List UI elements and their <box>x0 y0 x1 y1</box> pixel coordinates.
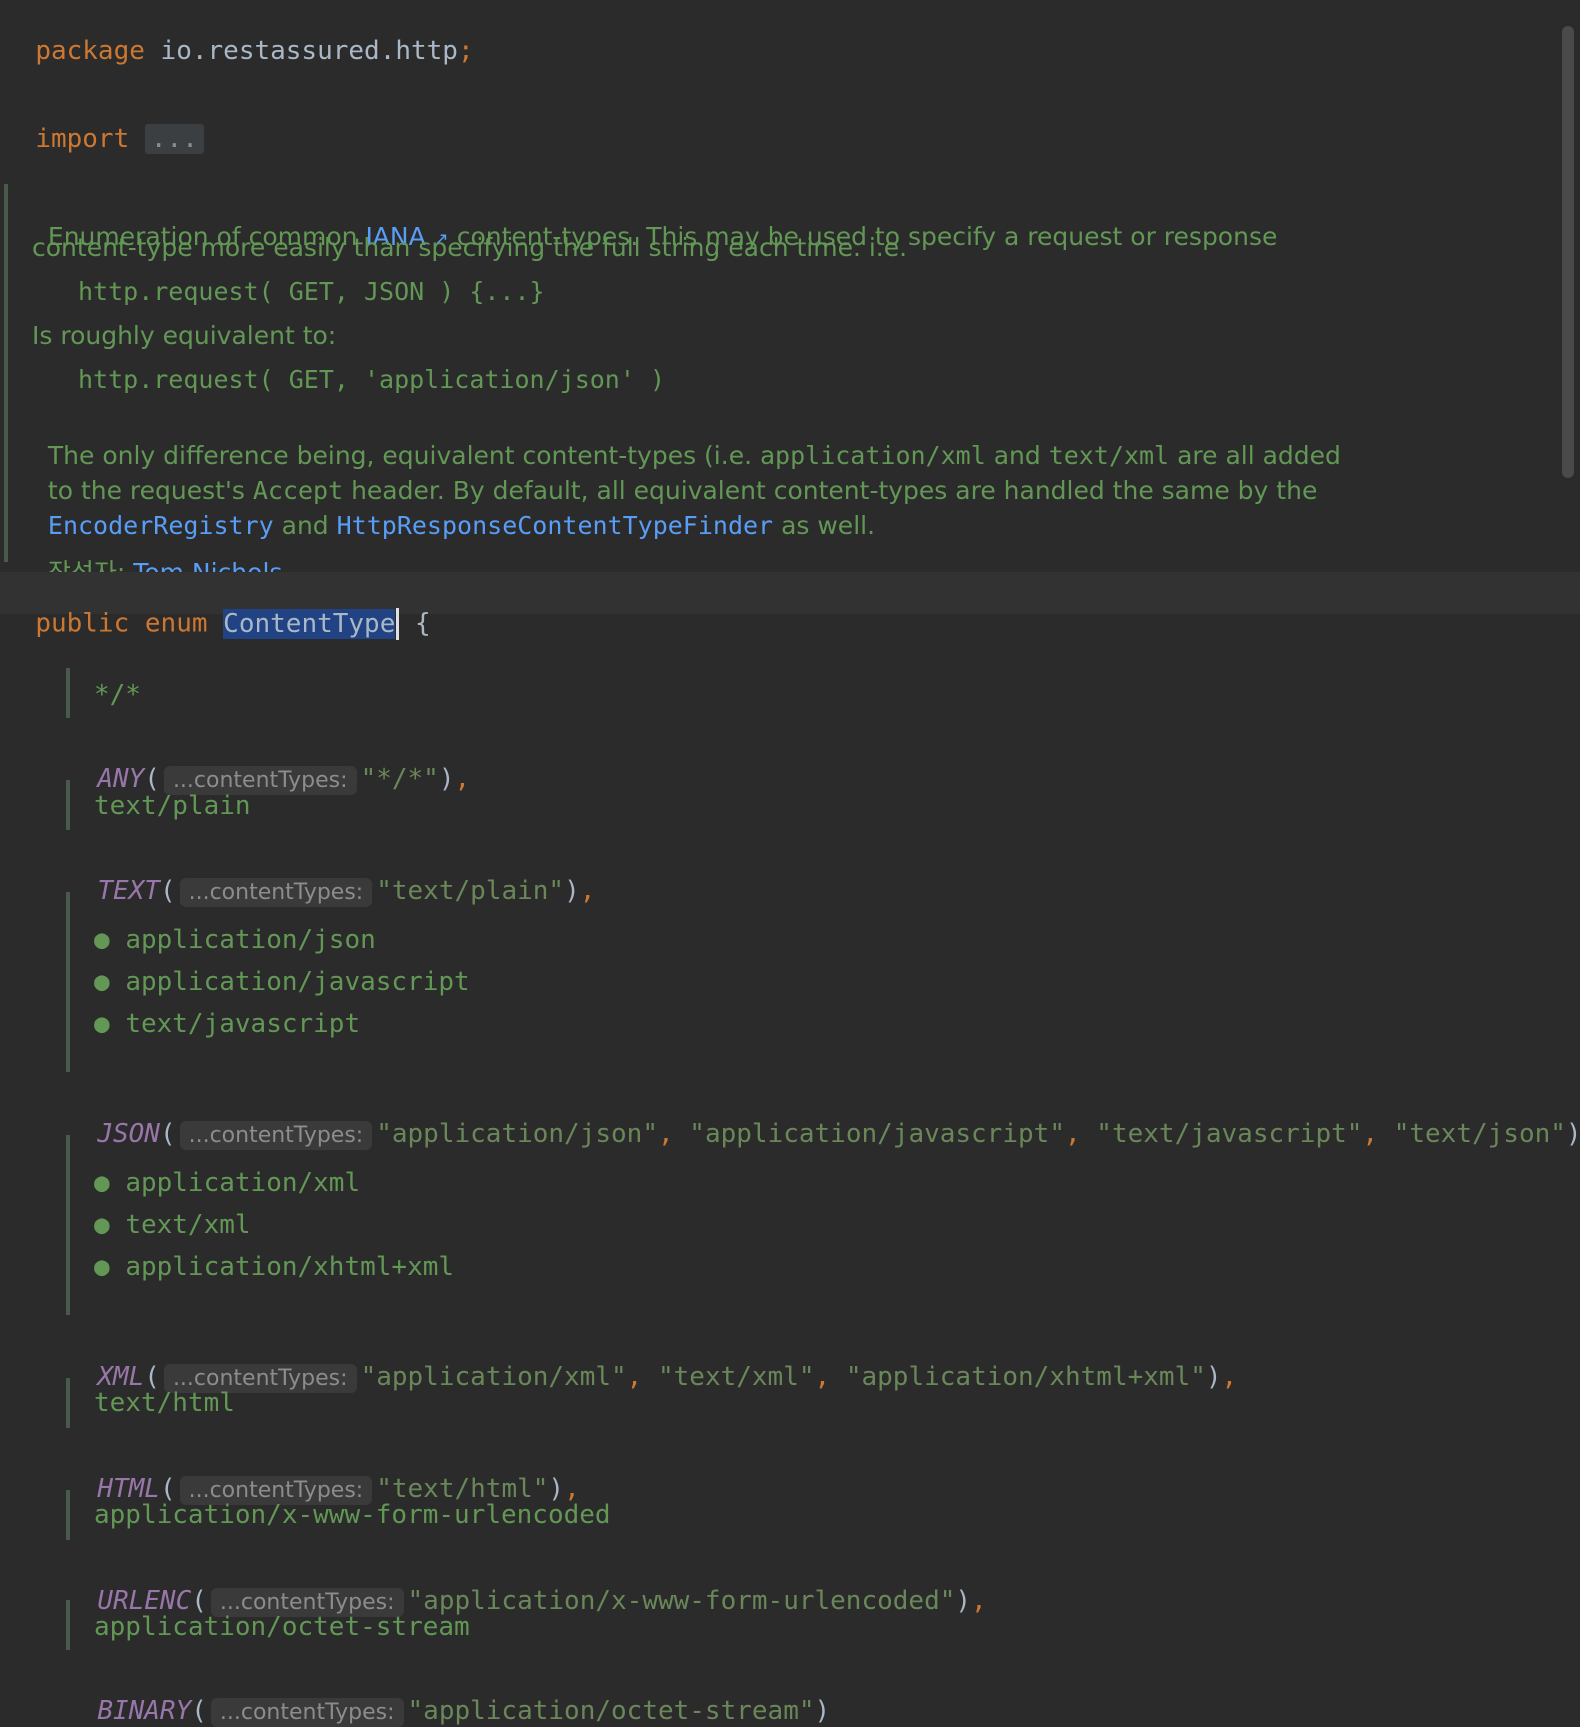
javadoc-code-2: http.request( GET, 'application/json' ) <box>78 365 665 394</box>
enum-constant[interactable]: TEXT <box>97 876 160 906</box>
import-keyword: import <box>35 124 130 154</box>
entry-doc-bar <box>66 780 70 830</box>
javadoc-text: and <box>273 511 337 540</box>
bullet-text: application/xml <box>125 1168 361 1198</box>
bullet-text: application/json <box>125 925 376 955</box>
any-doc: */* <box>94 680 141 710</box>
bullet-text: application/xhtml+xml <box>125 1252 455 1282</box>
javadoc-line-3: Is roughly equivalent to: <box>32 321 337 350</box>
text-doc: text/plain <box>94 791 251 821</box>
html-doc: text/html <box>94 1388 235 1418</box>
package-name: io.restassured.http <box>160 36 458 66</box>
content-type-finder-link[interactable]: HttpResponseContentTypeFinder <box>337 511 774 540</box>
string-literal: "application/xhtml+xml" <box>845 1362 1206 1392</box>
string-literal: "text/json" <box>1393 1119 1566 1149</box>
json-bullet-item: ● text/javascript <box>94 1009 361 1039</box>
json-bullet-item: ● application/javascript <box>94 967 470 997</box>
xml-bullet-item: ● text/xml <box>94 1210 251 1240</box>
bullet-text: text/xml <box>125 1210 251 1240</box>
json-bullet-item: ● application/json <box>94 925 376 955</box>
string-literal: "application/xml" <box>360 1362 627 1392</box>
bullet-text: text/javascript <box>125 1009 361 1039</box>
enum-constant[interactable]: ANY <box>97 764 144 794</box>
package-line: package io.restassured.http; <box>4 6 474 66</box>
public-keyword: public <box>35 608 130 639</box>
string-literal: "application/x-www-form-urlencoded" <box>407 1586 956 1616</box>
string-literal: "application/javascript" <box>689 1119 1065 1149</box>
xml-entry-line: XML(...contentTypes: "application/xml", "… <box>97 1362 1238 1393</box>
enum-keyword: enum <box>144 608 208 639</box>
xml-bullet-item: ● application/xhtml+xml <box>94 1252 455 1282</box>
binary-doc: application/octet-stream <box>94 1612 470 1642</box>
entry-doc-bar <box>66 1135 70 1315</box>
string-literal: "text/xml" <box>657 1362 815 1392</box>
entry-doc-bar <box>66 1378 70 1428</box>
bullet-text: application/javascript <box>125 967 470 997</box>
string-literal: "*/*" <box>360 764 439 794</box>
folded-imports-button[interactable]: ... <box>144 124 204 154</box>
vertical-scrollbar-thumb[interactable] <box>1562 26 1574 478</box>
entry-doc-bar <box>66 1490 70 1540</box>
string-literal: "application/octet-stream" <box>407 1696 815 1726</box>
class-javadoc-bar <box>4 184 8 562</box>
binary-entry-line: BINARY(...contentTypes: "application/octe… <box>97 1696 831 1727</box>
enum-constant[interactable]: JSON <box>97 1119 160 1149</box>
any-entry-line: ANY(...contentTypes: "*/*"), <box>97 764 471 795</box>
parameter-hint: ...contentTypes: <box>179 878 373 907</box>
urlenc-doc: application/x-www-form-urlencoded <box>94 1500 611 1530</box>
parameter-hint: ...contentTypes: <box>179 1121 373 1150</box>
string-literal: "text/javascript" <box>1096 1119 1363 1149</box>
semicolon: ; <box>457 36 474 66</box>
enum-declaration-line: public enum ContentType { <box>4 578 431 640</box>
enum-constant[interactable]: BINARY <box>97 1696 191 1726</box>
open-brace: { <box>415 608 431 639</box>
javadoc-code-1: http.request( GET, JSON ) {...} <box>78 277 545 306</box>
javadoc-line-2: content-type more easily than specifying… <box>32 233 908 262</box>
string-literal: "application/json" <box>376 1119 658 1149</box>
text-entry-line: TEXT(...contentTypes: "text/plain"), <box>97 876 596 907</box>
html-entry-line: HTML(...contentTypes: "text/html"), <box>97 1474 580 1505</box>
entry-doc-bar <box>66 1600 70 1650</box>
entry-doc-bar <box>66 892 70 1072</box>
import-line: import ... <box>4 94 204 154</box>
javadoc-text: as well. <box>773 511 876 540</box>
entry-doc-bar <box>66 668 70 718</box>
parameter-hint: ...contentTypes: <box>210 1698 404 1727</box>
json-entry-line: JSON(...contentTypes: "application/json",… <box>97 1119 1580 1150</box>
xml-bullet-item: ● application/xml <box>94 1168 361 1198</box>
string-literal: "text/plain" <box>376 876 565 906</box>
enum-name-selection[interactable]: ContentType <box>223 608 396 639</box>
urlenc-entry-line: URLENC(...contentTypes: "application/x-ww… <box>97 1586 987 1617</box>
text-caret <box>396 608 400 640</box>
package-keyword: package <box>35 36 145 66</box>
